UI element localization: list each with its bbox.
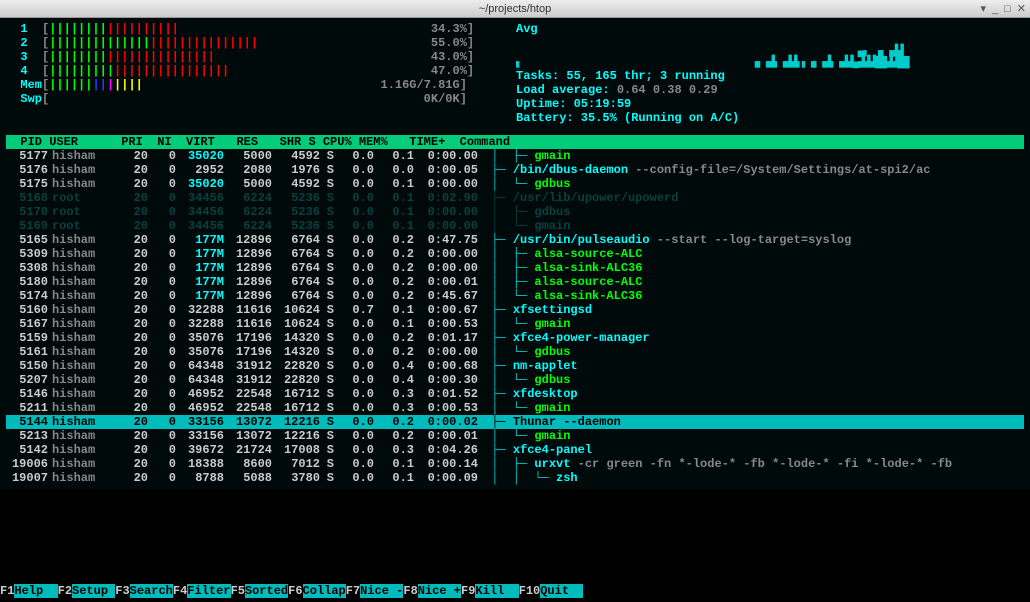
process-row[interactable]: 19007hisham200878850883780S0.00.10:00.09… (6, 471, 1024, 485)
avg-label: Avg (516, 22, 1024, 36)
maximize-icon[interactable]: □ (1004, 2, 1011, 16)
fkey-F9[interactable]: F9 (461, 584, 475, 598)
process-row[interactable]: 19006hisham2001838886007012S0.00.10:00.1… (6, 457, 1024, 471)
fkey-F1[interactable]: F1 (0, 584, 14, 598)
cpu-meter-2: 2 [||||||||||||||||||||||||||||| 55.0%] (6, 36, 496, 50)
fkey-F8[interactable]: F8 (403, 584, 417, 598)
meters-panel: 1 [|||||||||||||||||| 34.3%] 2 [||||||||… (6, 22, 496, 125)
terminal-area: 1 [|||||||||||||||||| 34.3%] 2 [||||||||… (0, 18, 1030, 489)
cpu-meter-1: 1 [|||||||||||||||||| 34.3%] (6, 22, 496, 36)
fkey-F4[interactable]: F4 (173, 584, 187, 598)
process-row[interactable]: 5308hisham200177M128966764S0.00.20:00.00… (6, 261, 1024, 275)
fkey-label[interactable]: Help (14, 584, 57, 598)
process-row[interactable]: 5176hisham200295220801976S0.00.00:00.05 … (6, 163, 1024, 177)
fkey-label[interactable]: Setup (72, 584, 115, 598)
fkey-label[interactable]: Sorted (245, 584, 288, 598)
fkey-F6[interactable]: F6 (288, 584, 302, 598)
process-row[interactable]: 5211hisham200469522254816712S0.00.30:00.… (6, 401, 1024, 415)
fkey-F3[interactable]: F3 (115, 584, 129, 598)
system-info-panel: Avg ▄▖ ▗▖▗▟▟▖ ▗▖▗▟▖▗▟▟▖▖▗▖▗▟▖▗▟▟▄▟▟▟██▟▟… (516, 22, 1024, 125)
uptime-line: Uptime: 05:19:59 (516, 97, 631, 111)
load-label: Load average: (516, 83, 617, 97)
process-row[interactable]: 5167hisham200322881161610624S0.00.10:00.… (6, 317, 1024, 331)
process-row[interactable]: 5160hisham200322881161610624S0.70.10:00.… (6, 303, 1024, 317)
process-row[interactable]: 5142hisham200396722172417008S0.00.30:04.… (6, 443, 1024, 457)
minimize-icon[interactable]: _ (992, 2, 998, 16)
fkey-F10[interactable]: F10 (519, 584, 541, 598)
process-row[interactable]: 5146hisham200469522254816712S0.00.30:01.… (6, 387, 1024, 401)
fkey-label[interactable]: Collap (303, 584, 346, 598)
cpu-meter-4: 4 [||||||||||||||||||||||||| 47.0%] (6, 64, 496, 78)
load-values: 0.64 0.38 0.29 (617, 83, 718, 97)
sparkline: ▄▖ ▗▖▗▟▟▖ ▗▖▗▟▖▗▟▟▖▖▗▖▗▟▖▗▟▟▄▟▟▟██▟▟██ (516, 36, 1024, 69)
process-row[interactable]: 5144hisham200331561307212216S0.00.20:00.… (6, 415, 1024, 429)
fkey-F5[interactable]: F5 (231, 584, 245, 598)
process-table[interactable]: 5177hisham2003502050004592S0.00.10:00.00… (6, 149, 1024, 485)
function-key-bar: F1Help F2Setup F3SearchF4FilterF5SortedF… (0, 584, 1030, 598)
process-row[interactable]: 5174hisham200177M128966764S0.00.20:45.67… (6, 289, 1024, 303)
fkey-label[interactable]: Kill (475, 584, 518, 598)
process-row[interactable]: 5159hisham200350761719614320S0.00.20:01.… (6, 331, 1024, 345)
process-row[interactable]: 5175hisham2003502050004592S0.00.10:00.00… (6, 177, 1024, 191)
fkey-label[interactable]: Nice + (418, 584, 461, 598)
fkey-label[interactable]: Nice - (360, 584, 403, 598)
fkey-F7[interactable]: F7 (346, 584, 360, 598)
process-row[interactable]: 5165hisham200177M128966764S0.00.20:47.75… (6, 233, 1024, 247)
process-row[interactable]: 5309hisham200177M128966764S0.00.20:00.00… (6, 247, 1024, 261)
process-row[interactable]: 5177hisham2003502050004592S0.00.10:00.00… (6, 149, 1024, 163)
mem-meter: Mem[||||||||||||| 1.16G/7.81G] (6, 78, 496, 92)
process-row[interactable]: 5170root2003445662245236S0.00.10:00.00 │… (6, 205, 1024, 219)
fkey-F2[interactable]: F2 (58, 584, 72, 598)
battery-line: Battery: 35.5% (Running on A/C) (516, 111, 739, 125)
tasks-line: Tasks: 55, 165 thr; 3 running (516, 69, 725, 83)
window-menu-icon[interactable]: ▾ (980, 2, 986, 16)
process-row[interactable]: 5207hisham200643483191222820S0.00.40:00.… (6, 373, 1024, 387)
fkey-label[interactable]: Filter (187, 584, 230, 598)
window-titlebar: ~/projects/htop ▾ _ □ ✕ (0, 0, 1030, 18)
window-title: ~/projects/htop (479, 2, 551, 16)
process-row[interactable]: 5169root2003445662245236S0.00.10:00.00 │… (6, 219, 1024, 233)
process-row[interactable]: 5150hisham200643483191222820S0.00.40:00.… (6, 359, 1024, 373)
fkey-label[interactable]: Quit (540, 584, 583, 598)
process-row[interactable]: 5161hisham200350761719614320S0.00.20:00.… (6, 345, 1024, 359)
process-row[interactable]: 5180hisham200177M128966764S0.00.20:00.01… (6, 275, 1024, 289)
fkey-label[interactable]: Search (130, 584, 173, 598)
process-row[interactable]: 5168root2003445662245236S0.00.10:02.90 ├… (6, 191, 1024, 205)
cpu-meter-3: 3 [||||||||||||||||||||||| 43.0%] (6, 50, 496, 64)
column-header[interactable]: PID USER PRI NI VIRT RES SHR S CPU% MEM%… (6, 135, 1024, 149)
swap-meter: Swp[ 0K/0K] (6, 92, 496, 106)
close-icon[interactable]: ✕ (1017, 2, 1026, 16)
process-row[interactable]: 5213hisham200331561307212216S0.00.20:00.… (6, 429, 1024, 443)
